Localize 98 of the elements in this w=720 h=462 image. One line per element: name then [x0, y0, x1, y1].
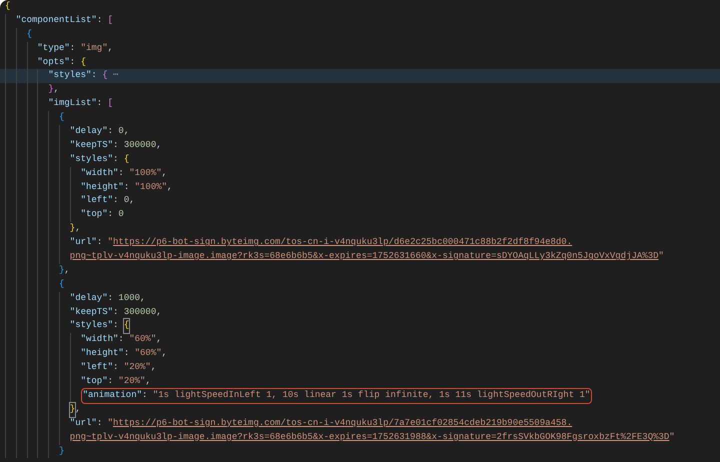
json-key: "width": [80, 166, 118, 181]
punctuation: :: [70, 56, 76, 69]
json-string: "img": [80, 42, 108, 55]
bracket: }: [70, 222, 76, 236]
json-string: "60%": [134, 347, 162, 360]
json-key: "height": [80, 180, 124, 194]
json-number: 300000: [124, 306, 156, 319]
punctuation: :: [113, 361, 120, 374]
json-key: "opts": [37, 56, 70, 70]
punctuation: :: [118, 166, 125, 180]
json-key: "left": [80, 361, 113, 376]
json-number: 0: [124, 194, 130, 208]
punctuation: ,: [75, 402, 81, 416]
json-string: "20%": [118, 375, 146, 388]
bracket: }: [59, 264, 64, 277]
url-link[interactable]: png~tplv-v4nquku3lp-image.image?rk3s=68e6b6b5&x-expires=1752631660&x-signature=sDYOAqLLy3kZq0n5JgoVxVgdjJA%3D: [70, 250, 658, 264]
punctuation: ,: [108, 42, 114, 55]
json-string: "20%": [124, 361, 151, 374]
json-key: "componentList": [16, 14, 97, 28]
json-string: "100%": [134, 180, 168, 194]
punctuation: :: [142, 388, 148, 402]
json-key: "animation": [82, 388, 142, 403]
bracket: }: [48, 83, 54, 96]
bracket: [: [108, 14, 114, 27]
bracket: [: [108, 97, 114, 110]
punctuation: :: [96, 97, 104, 110]
json-key: "imgList": [48, 97, 97, 112]
punctuation: :: [113, 319, 120, 332]
url-link[interactable]: https://p6-bot-sign.byteimg.com/tos-cn-i-v4nquku3lp/d6e2c25bc000471c88b2f2df8f94e8d0.: [113, 236, 572, 250]
bracket: {: [124, 319, 130, 334]
json-key: "left": [80, 194, 113, 208]
punctuation: ,: [54, 83, 59, 96]
punctuation: :: [113, 152, 120, 166]
bracket: {: [59, 111, 64, 124]
punctuation: ,: [156, 138, 162, 152]
bracket: {: [26, 28, 32, 41]
bracket: {: [59, 278, 64, 291]
json-key: "type": [37, 42, 70, 56]
json-key: "styles": [70, 152, 114, 167]
punctuation: :: [113, 138, 120, 152]
json-key: "top": [80, 375, 108, 389]
json-key: "delay": [70, 125, 108, 139]
json-key: "top": [80, 208, 108, 222]
punctuation: ,: [129, 194, 135, 208]
json-string: "1s lightSpeedInLeft 1, 10s linear 1s flip infinite, 1s 11s lightSpeedOutRIght 1": [152, 388, 590, 402]
bracket: {: [5, 0, 10, 13]
json-key: "delay": [70, 292, 108, 306]
bracket: {: [124, 152, 130, 166]
punctuation: :: [113, 306, 120, 319]
punctuation: ,: [162, 347, 168, 360]
json-string: ": [108, 416, 114, 430]
json-string: "100%": [129, 166, 162, 180]
punctuation: ,: [145, 375, 151, 388]
punctuation: :: [124, 347, 130, 360]
json-number: 1000: [118, 292, 140, 305]
punctuation: :: [118, 333, 125, 346]
json-string: "60%": [129, 333, 156, 346]
punctuation: :: [108, 125, 114, 138]
punctuation: :: [96, 14, 104, 27]
bracket: {: [102, 69, 108, 82]
bracket: {: [80, 56, 86, 69]
punctuation: ,: [167, 180, 172, 194]
punctuation: ,: [140, 292, 146, 305]
punctuation: ,: [156, 306, 162, 319]
json-number: 0: [118, 125, 124, 138]
json-number: 0: [118, 208, 124, 222]
json-string: ": [108, 236, 114, 250]
json-key: "height": [80, 347, 124, 362]
punctuation: ,: [150, 361, 156, 374]
json-key: "keepTS": [70, 306, 114, 320]
punctuation: :: [108, 292, 114, 305]
json-key: "width": [80, 333, 118, 348]
json-number: 300000: [124, 138, 156, 152]
punctuation: :: [108, 208, 114, 222]
punctuation: :: [91, 69, 98, 82]
json-string: ": [658, 250, 664, 264]
punctuation: ,: [75, 222, 81, 236]
json-key: "styles": [70, 319, 114, 334]
json-key: "styles": [48, 69, 92, 84]
punctuation: ,: [162, 166, 168, 180]
bracket: }: [59, 444, 64, 458]
punctuation: :: [108, 375, 114, 388]
json-key: "url": [70, 416, 97, 431]
url-link[interactable]: https://p6-bot-sign.byteimg.com/tos-cn-i-v4nquku3lp/7a7e01cf02854cdeb219b90e5509a458.: [113, 416, 572, 431]
punctuation: :: [70, 42, 76, 55]
punctuation: ,: [156, 333, 162, 346]
punctuation: ,: [124, 125, 130, 138]
punctuation: :: [96, 236, 104, 250]
json-key: "keepTS": [70, 138, 114, 153]
punctuation: :: [96, 416, 104, 430]
json-string: ": [669, 430, 675, 444]
bracket: }: [70, 402, 76, 417]
punctuation: ,: [64, 264, 70, 277]
punctuation: :: [113, 194, 120, 208]
url-link[interactable]: png~tplv-v4nquku3lp-image.image?rk3s=68e6b6b5&x-expires=1752631988&x-signature=2frsSVkbGOK98FgsroxbzFt%2FE3Q%3D: [70, 430, 670, 444]
punctuation: :: [124, 180, 130, 194]
fold-ellipsis: ⋯: [112, 69, 118, 82]
json-key: "url": [70, 236, 97, 250]
